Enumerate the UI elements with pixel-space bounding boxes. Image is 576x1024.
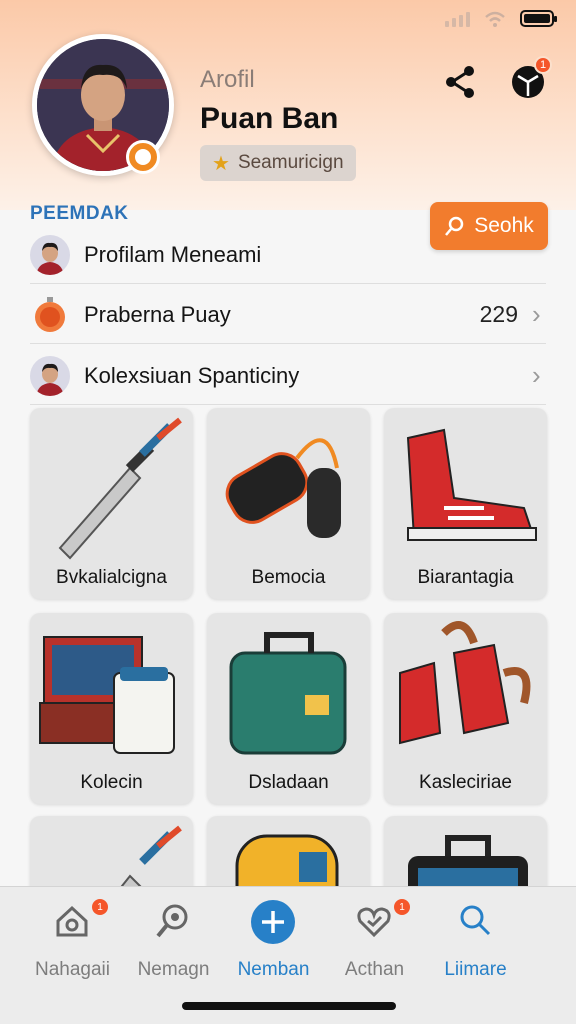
tab-home[interactable]: 1 Nahagaii (15, 887, 130, 987)
sneaker-icon (406, 428, 537, 541)
home-indicator (182, 1002, 396, 1010)
profile-name: Puan Ban (200, 102, 339, 135)
card-label: Bemocia (251, 567, 326, 588)
card-label: Biarantagia (417, 567, 514, 588)
avatar (30, 234, 70, 275)
status-pill-label: Seamuricign (237, 152, 344, 173)
tab-label: Nemban (237, 959, 310, 980)
wifi-icon (485, 11, 505, 27)
tab-label: Liimare (444, 959, 507, 980)
chevron-right-icon: › (532, 360, 541, 390)
list-item-praberna[interactable]: Praberna Puay 229 › (30, 286, 546, 344)
share-button[interactable] (440, 62, 480, 102)
card-label: Dsladaan (248, 772, 329, 793)
collection-card[interactable]: Bvkalialcigna (30, 408, 193, 599)
status-bar (445, 10, 557, 27)
section-label: PEEMDAK (30, 203, 129, 224)
status-pill[interactable]: ★ Seamuricign (200, 145, 356, 181)
tab-label: Acthan (344, 959, 405, 980)
collection-card[interactable]: Kasleciriae (384, 613, 547, 804)
laptop-icon (39, 636, 175, 754)
card-label: Kasleciriae (419, 772, 512, 793)
tab-explore[interactable]: Liimare (418, 887, 533, 987)
battery-icon (520, 10, 557, 27)
tab-badge: 1 (394, 899, 410, 915)
notification-badge: 1 (534, 56, 552, 74)
collection-card[interactable]: Biarantagia (384, 408, 547, 599)
avatar (30, 355, 70, 396)
share-icon (446, 66, 474, 98)
tab-search[interactable]: Nemagn (116, 887, 231, 987)
punching-bag-icon (225, 438, 341, 538)
tab-activity[interactable]: 1 Acthan (317, 887, 432, 987)
search-icon (156, 904, 188, 938)
sword-icon (58, 417, 182, 560)
list-item-label: Profilam Meneami (84, 241, 262, 267)
tab-label: Nahagaii (35, 959, 110, 980)
home-icon (56, 905, 88, 937)
collection-card[interactable]: Dsladaan (207, 613, 370, 804)
plus-icon (251, 900, 295, 944)
tab-badge: 1 (92, 899, 108, 915)
boots-icon (399, 621, 531, 745)
chevron-right-icon: › (532, 299, 541, 329)
list-item-collection[interactable]: Kolexsiuan Spanticiny › (30, 347, 546, 405)
heart-icon (357, 907, 391, 938)
list-item-count: 229 (479, 301, 518, 327)
star-icon: ★ (212, 152, 230, 175)
collection-card[interactable]: Bemocia (207, 408, 370, 599)
avatar-status-badge (126, 140, 160, 174)
toolbox-icon (229, 632, 347, 755)
tab-label: Nemagn (137, 959, 210, 980)
list-item-label: Praberna Puay (84, 301, 231, 327)
timer-icon (30, 295, 70, 335)
notification-button[interactable]: 1 (508, 56, 552, 102)
card-label: Bvkalialcigna (56, 567, 167, 588)
profile-subtitle: Arofil (200, 66, 255, 93)
magnify-icon (460, 905, 491, 936)
collection-card[interactable]: Kolecin (30, 613, 193, 804)
list-item-profile[interactable]: Profilam Meneami (30, 226, 546, 284)
card-label: Kolecin (80, 772, 143, 793)
signal-icon (445, 11, 470, 27)
profile-avatar[interactable] (32, 34, 174, 176)
tab-add[interactable]: Nemban (216, 887, 331, 987)
list-item-label: Kolexsiuan Spanticiny (84, 362, 300, 388)
